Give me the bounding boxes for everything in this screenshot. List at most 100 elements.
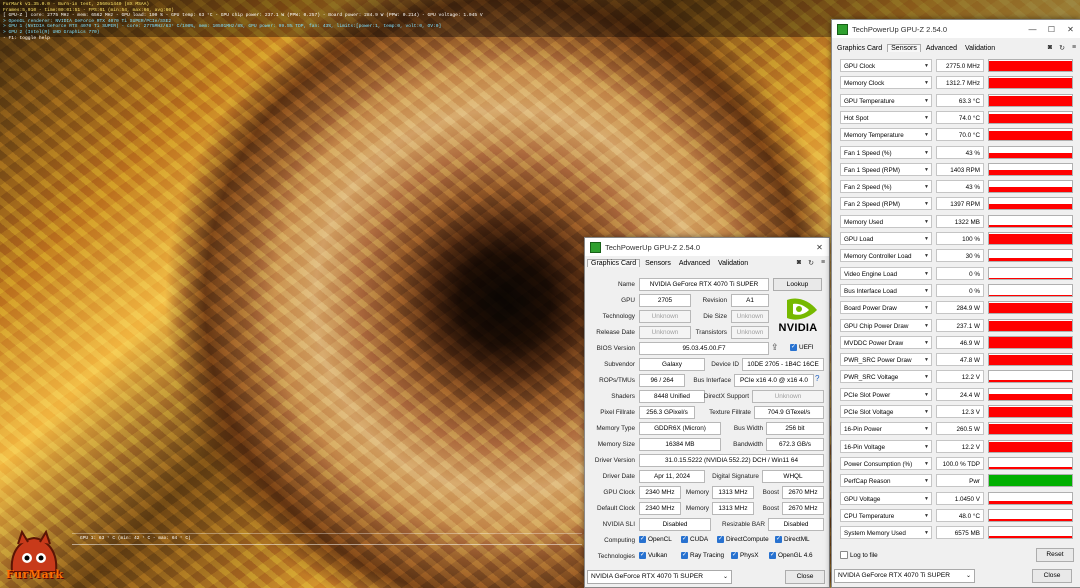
sensor-name-dropdown[interactable]: MVDDC Power Draw ▼ bbox=[840, 335, 932, 349]
physx-checkbox[interactable]: ✓ PhysX bbox=[731, 552, 758, 559]
sensor-name-dropdown[interactable]: Memory Used ▼ bbox=[840, 214, 932, 228]
sensor-name-dropdown[interactable]: Board Power Draw ▼ bbox=[840, 301, 932, 315]
directcompute-checkbox[interactable]: ✓ DirectCompute bbox=[717, 536, 769, 543]
menu-icon[interactable]: ≡ bbox=[817, 259, 829, 267]
name-field: NVIDIA GeForce RTX 4070 Ti SUPER bbox=[639, 278, 769, 291]
close-button[interactable]: Close bbox=[1032, 569, 1072, 583]
furmark-temp-graph: GPU 1: 63 ° C (min: 42 ° C - max: 64 ° C… bbox=[72, 533, 582, 582]
sensor-value: 1322 MB bbox=[936, 214, 984, 228]
die-size-field: Unknown bbox=[731, 310, 769, 323]
sensor-name-dropdown[interactable]: PWR_SRC Voltage ▼ bbox=[840, 370, 932, 384]
dropdown-arrow-icon: ▼ bbox=[924, 495, 929, 502]
sensor-row: PWR_SRC Power Draw ▼ 47.8 W bbox=[840, 353, 1073, 367]
sensor-name-dropdown[interactable]: CPU Temperature ▼ bbox=[840, 508, 932, 522]
boost-clock-label: Boost bbox=[762, 489, 779, 496]
sensor-name-dropdown[interactable]: Video Engine Load ▼ bbox=[840, 266, 932, 280]
sensor-graph bbox=[988, 145, 1073, 159]
window-title: TechPowerUp GPU-Z 2.54.0 bbox=[605, 242, 701, 252]
opengl-checkbox[interactable]: ✓ OpenGL 4.6 bbox=[769, 552, 813, 559]
sensor-value: 24.4 W bbox=[936, 387, 984, 401]
sensor-name-dropdown[interactable]: PWR_SRC Power Draw ▼ bbox=[840, 353, 932, 367]
tab-sensors[interactable]: Sensors bbox=[642, 260, 674, 267]
die-size-label: Die Size bbox=[703, 313, 727, 320]
sensor-graph bbox=[988, 110, 1073, 124]
gpuz-window-sensors: TechPowerUp GPU-Z 2.54.0 — ☐ ✕ Graphics … bbox=[831, 19, 1080, 588]
default-clock-label: Default Clock bbox=[596, 505, 635, 512]
cuda-checkbox[interactable]: ✓ CUDA bbox=[681, 536, 708, 543]
sensor-name-dropdown[interactable]: GPU Chip Power Draw ▼ bbox=[840, 318, 932, 332]
menu-icon[interactable]: ≡ bbox=[1068, 44, 1080, 52]
sensor-name-dropdown[interactable]: Bus Interface Load ▼ bbox=[840, 283, 932, 297]
tab-graphics-card[interactable]: Graphics Card bbox=[834, 45, 885, 52]
tab-advanced[interactable]: Advanced bbox=[676, 260, 713, 267]
camera-icon[interactable]: ◙ bbox=[793, 259, 805, 267]
sensor-name-label: System Memory Used bbox=[844, 530, 906, 538]
sensor-name-dropdown[interactable]: Hot Spot ▼ bbox=[840, 110, 932, 124]
sensor-name-dropdown[interactable]: Fan 1 Speed (%) ▼ bbox=[840, 145, 932, 159]
title-bar[interactable]: TechPowerUp GPU-Z 2.54.0 ✕ bbox=[585, 238, 829, 256]
tab-validation[interactable]: Validation bbox=[962, 45, 998, 52]
sensor-name-dropdown[interactable]: 16-Pin Voltage ▼ bbox=[840, 439, 932, 453]
release-date-field: Unknown bbox=[639, 326, 691, 339]
tab-graphics-card[interactable]: Graphics Card bbox=[587, 259, 641, 267]
directml-checkbox[interactable]: ✓ DirectML bbox=[775, 536, 810, 543]
reset-button[interactable]: Reset bbox=[1036, 548, 1074, 562]
sensor-row: Video Engine Load ▼ 0 % bbox=[840, 266, 1073, 281]
log-to-file-checkbox[interactable]: Log to file bbox=[840, 551, 878, 559]
sensor-row: Fan 1 Speed (RPM) ▼ 1403 RPM bbox=[840, 162, 1073, 177]
close-icon[interactable]: ✕ bbox=[810, 243, 829, 252]
sensor-name-dropdown[interactable]: GPU Clock ▼ bbox=[840, 59, 932, 72]
sensor-graph-fill bbox=[989, 60, 1072, 71]
sensor-name-dropdown[interactable]: System Memory Used ▼ bbox=[840, 526, 932, 540]
camera-icon[interactable]: ◙ bbox=[1044, 44, 1056, 52]
gpu-select-dropdown[interactable]: NVIDIA GeForce RTX 4070 Ti SUPER ⌄ bbox=[834, 569, 975, 583]
sensor-row: MVDDC Power Draw ▼ 46.9 W bbox=[840, 335, 1073, 350]
default-memory-label: Memory bbox=[685, 505, 709, 512]
sensor-row: System Memory Used ▼ 6575 MB bbox=[840, 526, 1073, 540]
sensor-name-dropdown[interactable]: Fan 2 Speed (RPM) ▼ bbox=[840, 197, 932, 211]
title-bar[interactable]: TechPowerUp GPU-Z 2.54.0 — ☐ ✕ bbox=[832, 20, 1080, 38]
sensor-name-dropdown[interactable]: GPU Load ▼ bbox=[840, 232, 932, 245]
sensor-name-dropdown[interactable]: Power Consumption (%) ▼ bbox=[840, 456, 932, 470]
close-icon[interactable]: ✕ bbox=[1061, 25, 1080, 34]
sensor-name-dropdown[interactable]: GPU Temperature ▼ bbox=[840, 93, 932, 107]
sensor-name-dropdown[interactable]: 16-Pin Power ▼ bbox=[840, 422, 932, 436]
default-clock-field: 2340 MHz bbox=[639, 502, 681, 515]
nvidia-sli-label: NVIDIA SLI bbox=[602, 521, 635, 528]
memory-clock-field: 1313 MHz bbox=[712, 486, 754, 499]
opencl-checkbox[interactable]: ✓ OpenCL bbox=[639, 536, 672, 543]
sensor-graph bbox=[988, 439, 1073, 453]
sensor-name-dropdown[interactable]: PCIe Slot Voltage ▼ bbox=[840, 405, 932, 418]
sensor-name-dropdown[interactable]: GPU Voltage ▼ bbox=[840, 491, 932, 505]
sensor-name-dropdown[interactable]: Memory Controller Load ▼ bbox=[840, 249, 932, 263]
uefi-checkbox[interactable]: ✓ UEFI bbox=[790, 344, 814, 351]
sensor-name-dropdown[interactable]: PerfCap Reason ▼ bbox=[840, 474, 932, 488]
sensor-name-dropdown[interactable]: Memory Clock ▼ bbox=[840, 76, 932, 90]
dropdown-arrow-icon: ▼ bbox=[924, 63, 929, 69]
check-icon: ✓ bbox=[775, 536, 782, 543]
tab-advanced[interactable]: Advanced bbox=[923, 45, 960, 52]
sensor-name-dropdown[interactable]: Memory Temperature ▼ bbox=[840, 128, 932, 142]
vulkan-checkbox[interactable]: ✓ Vulkan bbox=[639, 552, 667, 559]
gpu-select-dropdown[interactable]: NVIDIA GeForce RTX 4070 Ti SUPER ⌄ bbox=[587, 570, 732, 584]
sensor-name-label: PCIe Slot Voltage bbox=[844, 409, 894, 416]
sensor-graph bbox=[988, 197, 1073, 211]
check-icon: ✓ bbox=[731, 552, 738, 559]
ray-tracing-checkbox[interactable]: ✓ Ray Tracing bbox=[681, 552, 724, 559]
sensor-graph-fill bbox=[989, 77, 1072, 89]
lookup-button[interactable]: Lookup bbox=[773, 278, 822, 291]
tab-validation[interactable]: Validation bbox=[715, 260, 751, 267]
sensor-name-dropdown[interactable]: Fan 2 Speed (%) ▼ bbox=[840, 180, 932, 194]
tab-sensors[interactable]: Sensors bbox=[887, 44, 921, 52]
close-button[interactable]: Close bbox=[785, 570, 825, 584]
help-icon[interactable]: ? bbox=[815, 374, 819, 383]
refresh-icon[interactable]: ↻ bbox=[805, 259, 817, 267]
sensor-name-dropdown[interactable]: Fan 1 Speed (RPM) ▼ bbox=[840, 162, 932, 176]
refresh-icon[interactable]: ↻ bbox=[1056, 44, 1068, 52]
maximize-icon[interactable]: ☐ bbox=[1042, 25, 1061, 34]
sensor-value: 2775.0 MHz bbox=[936, 59, 984, 72]
share-icon[interactable]: ⇪ bbox=[771, 342, 779, 353]
sensor-row: Fan 2 Speed (%) ▼ 43 % bbox=[840, 180, 1073, 194]
minimize-icon[interactable]: — bbox=[1023, 25, 1042, 34]
sensor-name-dropdown[interactable]: PCIe Slot Power ▼ bbox=[840, 387, 932, 401]
